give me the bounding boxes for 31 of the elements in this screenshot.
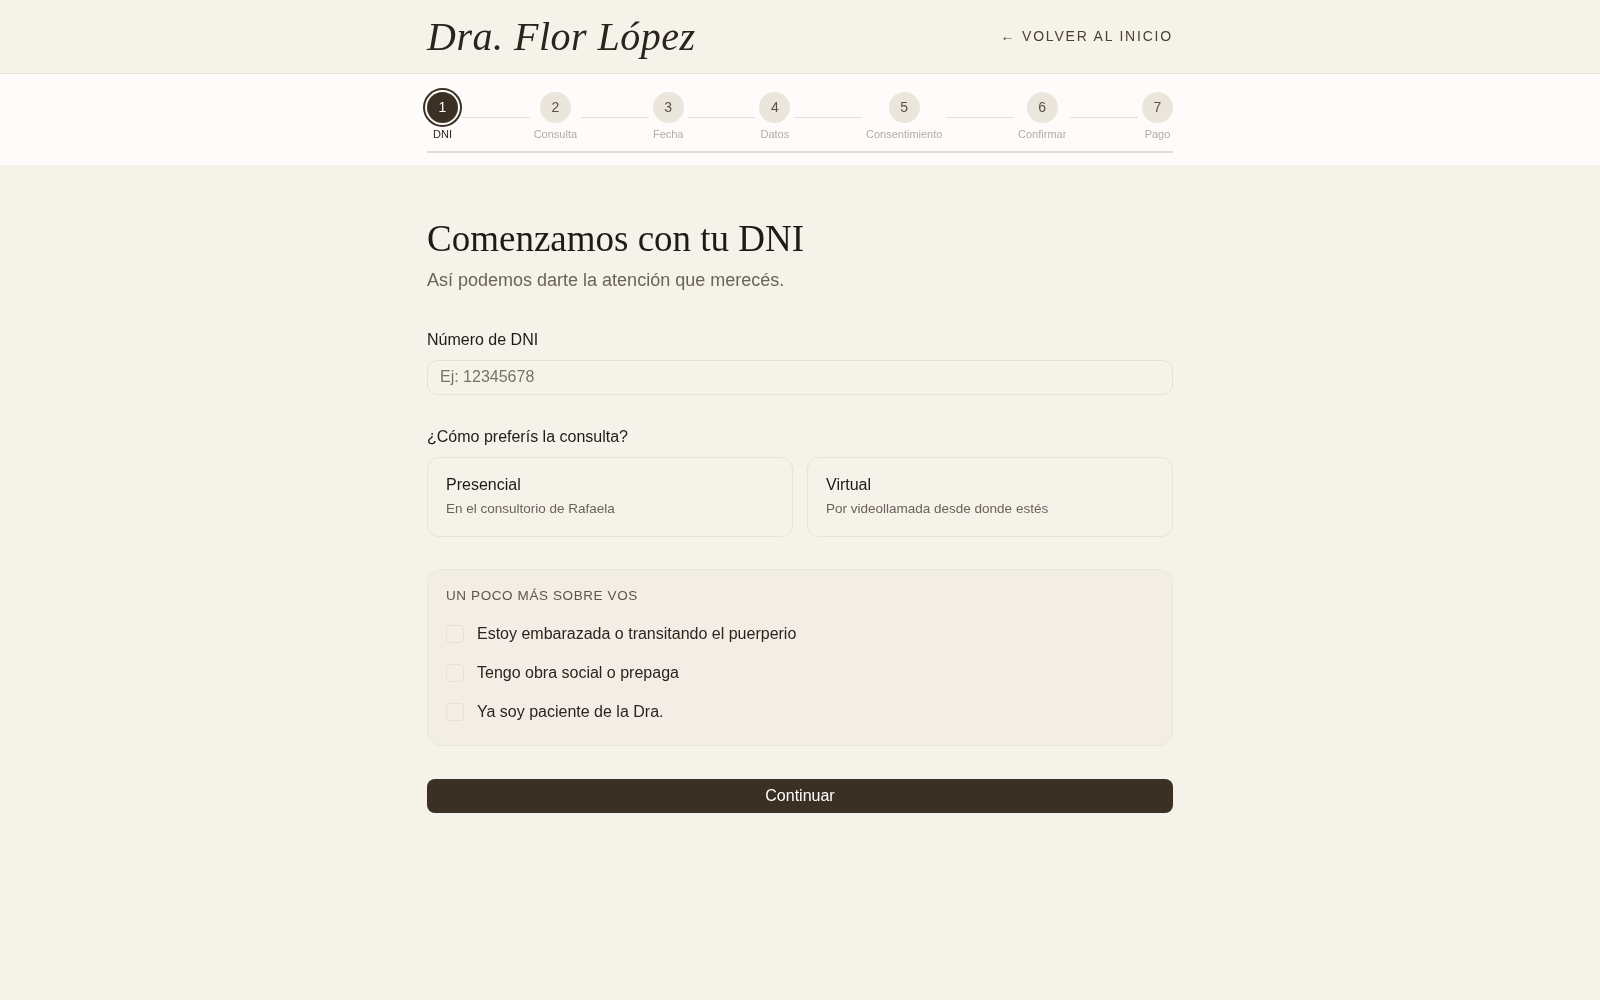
back-link[interactable]: ← VOLVER AL INICIO [1000, 26, 1173, 47]
step-number[interactable]: 4 [759, 92, 791, 123]
field-label: Número de DNI [427, 329, 540, 350]
step-number[interactable]: 7 [1142, 92, 1173, 123]
dni-input-field[interactable]: Ej: 12345678 [427, 359, 1173, 395]
checkbox-label[interactable]: Tengo obra social o prepaga [477, 660, 679, 685]
step-number[interactable]: 2 [539, 92, 571, 123]
option-title: Virtual [826, 475, 873, 496]
option-description: En el consultorio de Rafaela [446, 499, 616, 518]
option-card[interactable]: Virtual Por videollamada desde donde estés [807, 456, 1173, 537]
step-number[interactable]: 3 [652, 92, 684, 123]
step-label: DNI [433, 128, 452, 142]
continue-button[interactable]: Continuar [427, 779, 1173, 814]
question-label: ¿Cómo preferís la consulta? [427, 426, 629, 447]
page-subtitle: Así podemos darte la atención que merecés. [427, 268, 786, 292]
option-description: Por videollamada desde donde estés [826, 499, 1050, 518]
page-title: Comenzamos con tu DNI [427, 217, 806, 262]
step-label: Confirmar [1018, 128, 1067, 142]
option-title: Presencial [446, 475, 522, 496]
step-number[interactable]: 6 [1026, 92, 1058, 123]
logo: Dra. Flor López [427, 16, 696, 57]
step-label: Fecha [652, 128, 684, 142]
checkbox-label[interactable]: Ya soy paciente de la Dra. [477, 699, 664, 724]
step-label: Consentimiento [866, 128, 943, 142]
step-label: Datos [760, 128, 790, 142]
step-label: Consulta [533, 128, 578, 142]
step-number[interactable]: 5 [888, 92, 920, 123]
option-card[interactable]: Presencial En el consultorio de Rafaela [427, 456, 793, 537]
section-heading: UN POCO MÁS SOBRE VOS [446, 586, 639, 605]
checkbox-label[interactable]: Estoy embarazada o transitando el puerperio [477, 621, 797, 646]
step-label: Pago [1144, 128, 1171, 142]
